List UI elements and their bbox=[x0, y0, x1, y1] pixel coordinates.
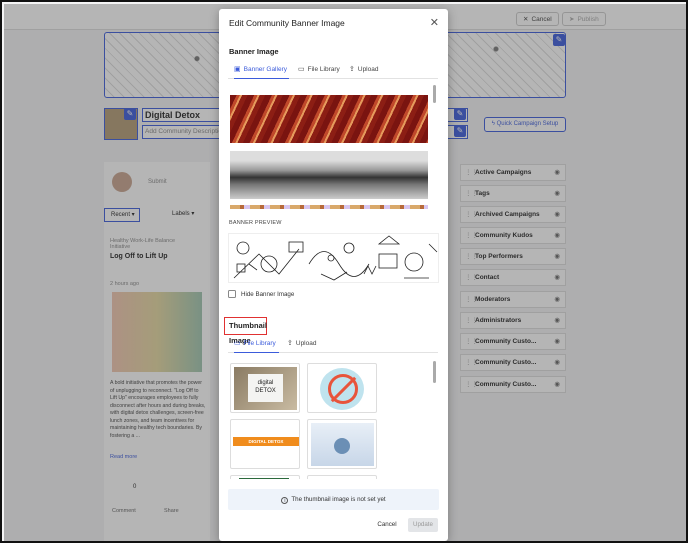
thumbnail-library: digital DETOX DIGITAL DETOX bbox=[228, 359, 436, 479]
edit-banner-modal: Edit Community Banner Image ✕ Banner Ima… bbox=[219, 9, 448, 541]
thumbnail-option[interactable]: DIGITAL DETOX bbox=[230, 419, 300, 469]
thumbnail-option[interactable] bbox=[307, 475, 377, 479]
banner-tabs: ▣ Banner Gallery ▭ File Library ⇪ Upload bbox=[228, 63, 438, 79]
thumbnail-option[interactable] bbox=[307, 363, 377, 413]
modal-cancel-button[interactable]: Cancel bbox=[373, 518, 401, 532]
screen: ✕ Cancel ➤ Publish ✎ ✎ Digital Detox ✎ Add… bbox=[0, 0, 688, 543]
gallery-image-partial[interactable] bbox=[230, 205, 428, 209]
close-icon[interactable]: ✕ bbox=[430, 16, 439, 29]
thumbnail-option[interactable] bbox=[230, 475, 300, 479]
tab-banner-gallery[interactable]: ▣ Banner Gallery bbox=[234, 63, 289, 79]
thumbnail-option[interactable]: digital DETOX bbox=[230, 363, 300, 413]
upload-icon: ⇪ bbox=[349, 66, 355, 73]
update-button[interactable]: Update bbox=[408, 518, 438, 532]
info-icon: i bbox=[281, 497, 289, 504]
thumbnail-scrollbar[interactable] bbox=[433, 361, 436, 383]
banner-preview-label: BANNER PREVIEW bbox=[229, 220, 282, 226]
thumbnail-option[interactable] bbox=[307, 419, 377, 469]
hide-banner-checkbox[interactable] bbox=[228, 290, 236, 299]
image-icon: ▣ bbox=[234, 66, 241, 73]
upload-icon: ⇪ bbox=[287, 340, 293, 347]
hide-banner-row[interactable]: Hide Banner Image bbox=[228, 290, 294, 299]
gallery-image-red-abstract[interactable] bbox=[230, 95, 428, 143]
thumbnail-tabs: ▭ File Library ⇪ Upload bbox=[228, 337, 438, 353]
sketch-doodle-image bbox=[233, 235, 438, 281]
gallery-scrollbar[interactable] bbox=[433, 85, 436, 103]
tab-upload[interactable]: ⇪ Upload bbox=[349, 63, 378, 79]
tab-file-library[interactable]: ▭ File Library bbox=[298, 63, 340, 79]
folder-icon: ▭ bbox=[298, 66, 305, 73]
tab-thumbnail-file-library[interactable]: ▭ File Library bbox=[234, 337, 279, 353]
gallery-image-city-skyline[interactable] bbox=[230, 151, 428, 199]
thumbnail-image-heading: Thumbnail Image bbox=[224, 317, 267, 345]
banner-image-heading: Banner Image bbox=[229, 47, 279, 56]
modal-title: Edit Community Banner Image bbox=[229, 18, 345, 28]
banner-preview bbox=[228, 233, 439, 283]
thumbnail-notice: i The thumbnail image is not set yet bbox=[228, 489, 439, 510]
folder-icon: ▭ bbox=[234, 340, 241, 347]
tab-thumbnail-upload[interactable]: ⇪ Upload bbox=[287, 337, 316, 353]
banner-gallery bbox=[228, 87, 438, 209]
